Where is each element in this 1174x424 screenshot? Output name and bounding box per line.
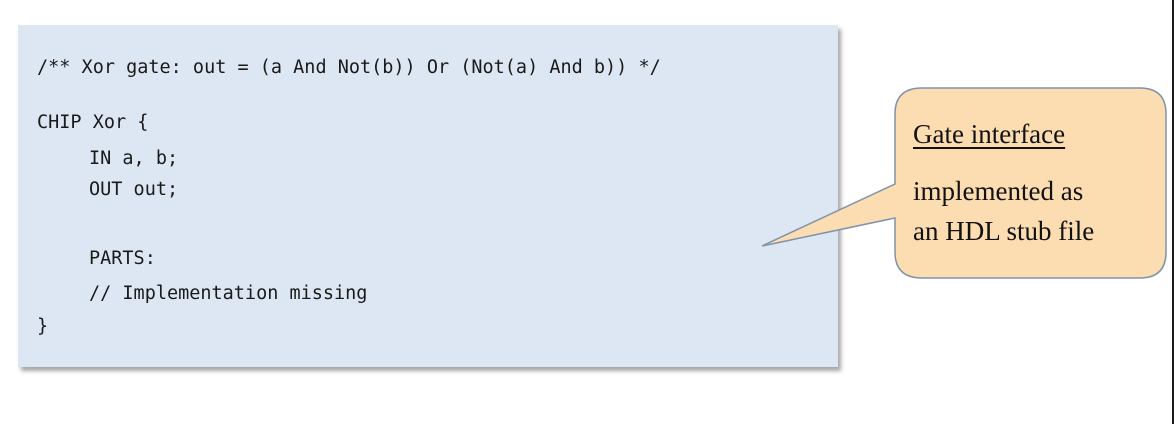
callout-title: Gate interface: [913, 119, 1066, 149]
callout-bubble: [761, 87, 1167, 279]
callout-body-line-2: an HDL stub file: [913, 216, 1095, 246]
callout-body-line-1: implemented as: [913, 176, 1084, 206]
